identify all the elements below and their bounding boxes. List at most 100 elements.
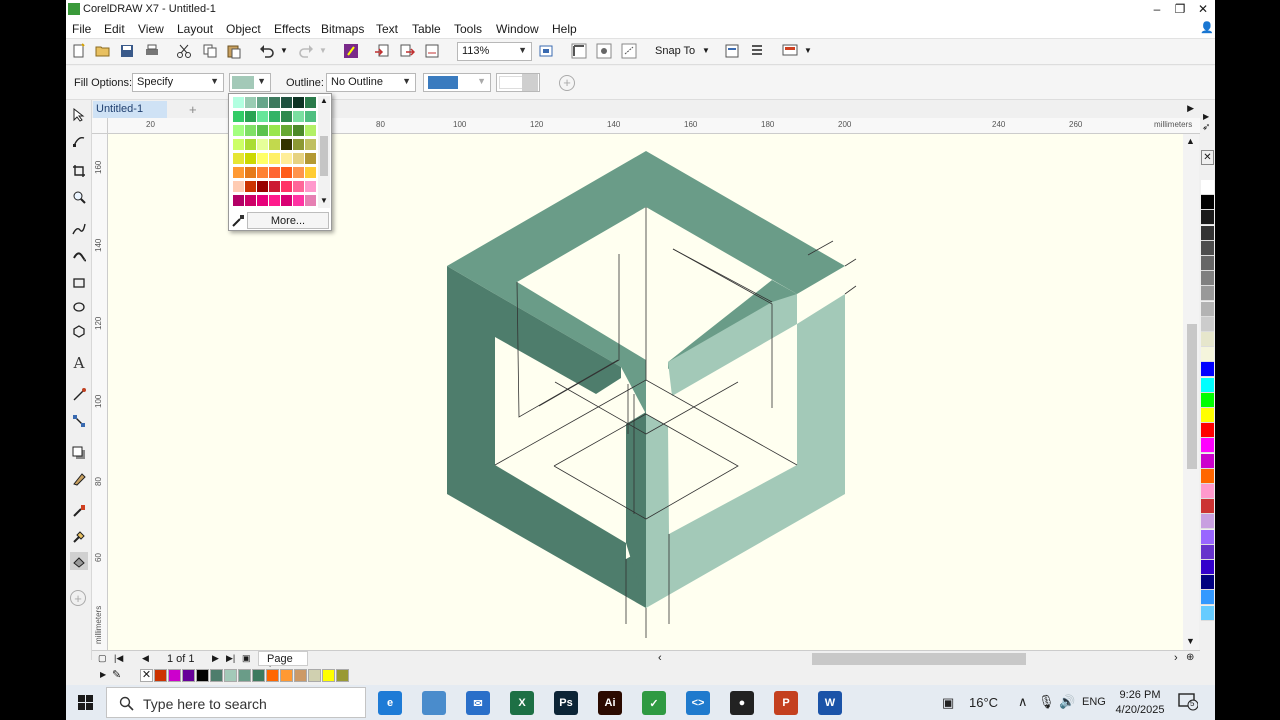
- taskbar-search-box[interactable]: Type here to search: [106, 687, 366, 718]
- vertical-scrollbar[interactable]: ▲ ▼: [1183, 134, 1199, 650]
- paste-icon[interactable]: [226, 43, 244, 61]
- eyedropper-icon[interactable]: [232, 214, 245, 227]
- scroll-right-icon[interactable]: ›: [1174, 652, 1178, 664]
- document-palette-swatch[interactable]: [280, 669, 293, 682]
- scroll-down-icon[interactable]: ▼: [1186, 636, 1195, 646]
- palette-swatch[interactable]: [1201, 256, 1214, 271]
- publish-pdf-icon[interactable]: [424, 43, 442, 61]
- color-swatch[interactable]: [304, 96, 317, 109]
- text-tool-icon[interactable]: A: [70, 354, 88, 372]
- pick-tool-icon[interactable]: [70, 106, 88, 124]
- palette-swatch[interactable]: [1201, 180, 1214, 195]
- next-page-icon[interactable]: ▶: [212, 653, 219, 664]
- menu-bitmaps[interactable]: Bitmaps: [321, 22, 364, 36]
- coreldraw-taskbar-icon[interactable]: ✓: [642, 691, 666, 715]
- rectangle-tool-icon[interactable]: [70, 274, 88, 292]
- open-icon[interactable]: [95, 43, 113, 61]
- transparency-slider[interactable]: [522, 74, 538, 91]
- snap-to-dropdown[interactable]: Snap To: [655, 45, 695, 57]
- show-hidden-icons-chevron-icon[interactable]: ∧: [1018, 694, 1028, 710]
- color-swatch[interactable]: [304, 180, 317, 193]
- new-icon[interactable]: [71, 43, 89, 61]
- cube-inner-right-face[interactable]: [668, 294, 797, 396]
- palette-swatch[interactable]: [1201, 271, 1214, 287]
- export-icon[interactable]: [399, 43, 417, 61]
- chevron-down-icon[interactable]: ▼: [702, 46, 710, 55]
- document-palette-swatch[interactable]: [224, 669, 237, 682]
- palette-swatch[interactable]: [1201, 499, 1214, 515]
- palette-swatch[interactable]: [1201, 605, 1214, 621]
- menu-effects[interactable]: Effects: [274, 22, 310, 36]
- show-guidelines-icon[interactable]: [621, 43, 639, 61]
- document-palette-swatch[interactable]: [196, 669, 209, 682]
- scroll-tabs-right-icon[interactable]: ▶: [1187, 103, 1194, 114]
- ellipse-tool-icon[interactable]: [70, 298, 88, 316]
- more-colors-button[interactable]: More...: [247, 212, 329, 229]
- menu-help[interactable]: Help: [552, 22, 577, 36]
- palette-swatch[interactable]: [1201, 316, 1214, 332]
- palette-swatch[interactable]: [1201, 468, 1214, 484]
- menu-table[interactable]: Table: [412, 22, 441, 36]
- color-swatch[interactable]: [304, 124, 317, 137]
- save-icon[interactable]: [119, 43, 137, 61]
- smart-fill-tool-icon[interactable]: [70, 552, 88, 570]
- connector-tool-icon[interactable]: [70, 412, 88, 430]
- add-icon[interactable]: +: [559, 75, 575, 91]
- fill-color-picker[interactable]: ▼: [229, 73, 271, 92]
- search-content-icon[interactable]: [343, 43, 361, 61]
- outline-color-picker[interactable]: ▼: [423, 73, 491, 92]
- document-palette-swatch[interactable]: [154, 669, 167, 682]
- tab-page-1[interactable]: Page 1: [258, 651, 308, 677]
- redo-icon[interactable]: [298, 43, 316, 61]
- horizontal-scroll-thumb[interactable]: [812, 653, 1026, 665]
- menu-view[interactable]: View: [138, 22, 164, 36]
- polygon-tool-icon[interactable]: [70, 322, 88, 340]
- color-grid-scroll-thumb[interactable]: [320, 136, 328, 176]
- zoom-tool-icon[interactable]: [70, 188, 88, 206]
- zoom-level-select[interactable]: 113% ▼: [457, 42, 532, 61]
- color-swatch[interactable]: [304, 194, 317, 207]
- word-taskbar-icon[interactable]: W: [818, 691, 842, 715]
- user-icon[interactable]: 👤: [1200, 21, 1214, 34]
- palette-swatch[interactable]: [1201, 544, 1214, 560]
- palette-swatch[interactable]: [1201, 392, 1214, 408]
- restore-button[interactable]: ❐: [1170, 1, 1190, 18]
- document-palette-swatch[interactable]: [182, 669, 195, 682]
- color-swatch[interactable]: [304, 152, 317, 165]
- palette-swatch[interactable]: [1201, 438, 1214, 454]
- illustrator-taskbar-icon[interactable]: Ai: [598, 691, 622, 715]
- show-grid-icon[interactable]: [596, 43, 614, 61]
- color-grid-scrollbar[interactable]: ▲ ▼: [318, 96, 330, 208]
- navigator-zoom-icon[interactable]: ⊕: [1186, 652, 1194, 663]
- color-swatch[interactable]: [304, 138, 317, 151]
- obs-taskbar-icon[interactable]: ●: [730, 691, 754, 715]
- palette-swatch[interactable]: [1201, 225, 1214, 241]
- first-page-icon[interactable]: |◀: [114, 653, 123, 664]
- palette-swatch[interactable]: [1201, 210, 1214, 226]
- document-palette-swatch[interactable]: [336, 669, 349, 682]
- vscode-taskbar-icon[interactable]: <>: [686, 691, 710, 715]
- copy-icon[interactable]: [202, 43, 220, 61]
- menu-tools[interactable]: Tools: [454, 22, 482, 36]
- microphone-icon[interactable]: 🎙: [1038, 694, 1055, 710]
- shape-tool-icon[interactable]: [70, 132, 88, 150]
- redo-dropdown-icon[interactable]: ▼: [319, 46, 327, 55]
- excel-taskbar-icon[interactable]: X: [510, 691, 534, 715]
- welcome-screen-icon[interactable]: [782, 43, 800, 61]
- vertical-ruler[interactable]: 160 140 120 100 80 60 millimeters: [92, 134, 108, 650]
- no-color-swatch[interactable]: ✕: [140, 669, 153, 682]
- temperature-text[interactable]: 16°C: [969, 695, 998, 710]
- document-palette-swatch[interactable]: [308, 669, 321, 682]
- palette-swatch[interactable]: [1201, 453, 1214, 469]
- app-blue-taskbar-icon[interactable]: [422, 691, 446, 715]
- palette-swatch[interactable]: [1201, 529, 1214, 545]
- document-palette-swatch[interactable]: [252, 669, 265, 682]
- menu-text[interactable]: Text: [376, 22, 398, 36]
- undo-dropdown-icon[interactable]: ▼: [280, 46, 288, 55]
- document-palette-options-icon[interactable]: ▶: [100, 670, 106, 679]
- transparency-tool-icon[interactable]: [70, 470, 88, 488]
- language-indicator[interactable]: ENG: [1082, 696, 1106, 708]
- edge-taskbar-icon[interactable]: e: [378, 691, 402, 715]
- options-icon[interactable]: [724, 43, 742, 61]
- outline-select[interactable]: No Outline ▼: [326, 73, 416, 92]
